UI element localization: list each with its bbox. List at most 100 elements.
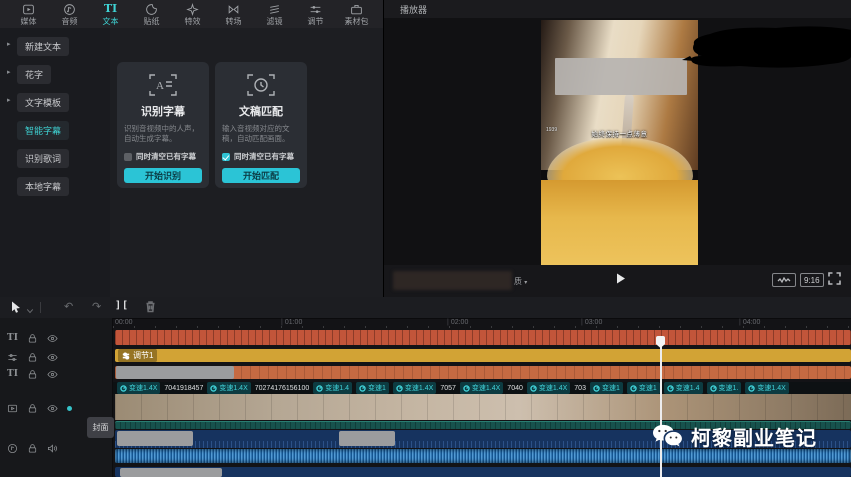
speed-badge[interactable]: 变速1.4X: [745, 382, 788, 394]
toolbar-tab-effects[interactable]: 特效: [172, 0, 213, 28]
toolbar-divider: [40, 302, 41, 313]
lock-icon[interactable]: [27, 369, 38, 380]
speed-badge[interactable]: 变速1: [590, 382, 623, 394]
script-match-card: 文稿匹配 输入音视频对应的文稿，自动匹配画面。 同时清空已有字幕 开始匹配: [215, 62, 307, 188]
adjust-icon: [122, 352, 130, 360]
toolbar-tab-sticker[interactable]: 贴纸: [131, 0, 172, 28]
start-recognize-button[interactable]: 开始识别: [124, 168, 202, 183]
aspect-ratio-badge[interactable]: 9:16: [800, 273, 824, 287]
split-icon[interactable]: ][: [115, 300, 129, 311]
audio-clip-segment[interactable]: [120, 468, 222, 477]
recognize-subtitle-card: A 识别字幕 识别音视频中的人声，自动生成字幕。 同时清空已有字幕 开始识别: [117, 62, 209, 188]
tab-label: 调节: [308, 17, 324, 26]
speed-badge[interactable]: 变速1: [356, 382, 389, 394]
video-track-filmstrip[interactable]: [115, 394, 851, 420]
speed-badge[interactable]: 变速1.4X: [460, 382, 503, 394]
quality-waveform-icon[interactable]: [772, 273, 796, 287]
checkbox-checked-icon[interactable]: [222, 153, 230, 161]
speed-badge[interactable]: 变速1: [627, 382, 660, 394]
clip-number-label: 7057: [440, 385, 456, 392]
delete-icon[interactable]: [144, 300, 157, 318]
sidebar-item: 智能字幕: [17, 121, 110, 140]
select-tool-icon[interactable]: [9, 300, 22, 318]
quality-dropdown-label: 质: [514, 277, 522, 286]
lock-icon[interactable]: [27, 352, 38, 363]
eye-icon[interactable]: [47, 403, 58, 414]
top-toolbar: 媒体音频TI文本贴纸特效 转场滤镜 调节 素材包: [0, 0, 383, 29]
tab-label: 特效: [185, 17, 201, 26]
clear-existing-subtitles-checkbox[interactable]: 同时清空已有字幕: [124, 151, 202, 162]
sidebar-item-button[interactable]: 识别歌词: [17, 149, 69, 168]
sidebar-item-button[interactable]: 新建文本: [17, 37, 69, 56]
speed-badge[interactable]: 变速1.4X: [117, 382, 160, 394]
track-header-row: TI: [0, 330, 58, 346]
track-header-row: [0, 440, 58, 456]
quality-dropdown[interactable]: 质 ▾: [514, 276, 527, 287]
sidebar: ▸新建文本▸花字▸文字模板智能字幕识别歌词本地字幕: [0, 28, 110, 297]
sidebar-item-button[interactable]: 花字: [17, 65, 51, 84]
toolbar-tab-adjust[interactable]: 调节: [295, 0, 336, 28]
adjust-clip-chip: 调节1: [118, 349, 157, 362]
adjust-track-clip[interactable]: 调节1: [115, 349, 851, 362]
redo-icon[interactable]: ↷: [92, 300, 101, 314]
toolbar-tab-package[interactable]: 素材包: [336, 0, 377, 28]
eye-icon[interactable]: [47, 369, 58, 380]
video-preview[interactable]: 1939 始终保持一点薄意: [541, 20, 698, 265]
audio-clip-segment[interactable]: [117, 431, 193, 446]
wechat-icon: [651, 423, 683, 451]
sidebar-item: ▸文字模板: [17, 93, 110, 112]
chevron-right-icon[interactable]: ▸: [7, 68, 11, 76]
speed-badge[interactable]: 变速1.: [707, 382, 742, 394]
audio-waveform-track[interactable]: [115, 449, 851, 463]
speed-badge[interactable]: 变速1.4: [313, 382, 352, 394]
blurred-caption-region: [555, 58, 687, 95]
tab-label: 滤镜: [267, 17, 283, 26]
eye-icon[interactable]: [47, 333, 58, 344]
mute-indicator-dot[interactable]: [67, 406, 72, 411]
toolbar-tab-media[interactable]: 媒体: [8, 0, 49, 28]
speed-badge[interactable]: 变速1.4X: [527, 382, 570, 394]
lock-icon[interactable]: [27, 333, 38, 344]
undo-icon[interactable]: ↶: [64, 300, 73, 314]
speed-badge[interactable]: 变速1.4: [664, 382, 703, 394]
text-track-icon[interactable]: TI: [7, 332, 18, 344]
audio-clip-segment[interactable]: [339, 431, 395, 446]
card-title: 识别字幕: [124, 103, 202, 119]
clear-existing-subtitles-checkbox[interactable]: 同时清空已有字幕: [222, 151, 300, 162]
toolbar-tab-audio[interactable]: 音频: [49, 0, 90, 28]
audio-track-icon[interactable]: [7, 443, 18, 454]
speed-icon: [316, 385, 323, 392]
lock-icon[interactable]: [27, 403, 38, 414]
playhead-handle[interactable]: [656, 336, 665, 348]
clip-number-label: 703: [574, 385, 586, 392]
text-track-icon[interactable]: TI: [7, 368, 18, 380]
lock-icon[interactable]: [27, 443, 38, 454]
adjust-track-icon[interactable]: [7, 352, 18, 363]
speed-badge[interactable]: 变速1.4X: [393, 382, 436, 394]
start-match-button[interactable]: 开始匹配: [222, 168, 300, 183]
checkbox-icon[interactable]: [124, 153, 132, 161]
speed-icon: [530, 385, 537, 392]
sidebar-item-button[interactable]: 文字模板: [17, 93, 69, 112]
cover-button[interactable]: 封面: [87, 417, 114, 438]
chevron-right-icon[interactable]: ▸: [7, 40, 11, 48]
sidebar-item-button[interactable]: 本地字幕: [17, 177, 69, 196]
chevron-right-icon[interactable]: ▸: [7, 96, 11, 104]
card-description: 识别音视频中的人声，自动生成字幕。: [124, 124, 202, 146]
script-match-icon: [222, 70, 300, 100]
card-description: 输入音视频对应的文稿，自动匹配画面。: [222, 124, 300, 146]
text-clip-segment[interactable]: [116, 366, 234, 379]
tab-label: 素材包: [345, 17, 369, 26]
fullscreen-icon[interactable]: [828, 272, 841, 290]
speed-badge[interactable]: 变速1.4X: [207, 382, 250, 394]
subtitle-track-clip[interactable]: [115, 330, 851, 345]
sidebar-item-button[interactable]: 智能字幕: [17, 121, 69, 140]
video-track-icon[interactable]: [7, 403, 18, 414]
eye-icon[interactable]: [47, 352, 58, 363]
toolbar-tab-text[interactable]: TI文本: [90, 0, 131, 28]
speaker-icon[interactable]: [47, 443, 58, 454]
audio-track-bottom[interactable]: [115, 467, 851, 477]
toolbar-tab-transition[interactable]: 转场: [213, 0, 254, 28]
play-button[interactable]: [614, 272, 627, 290]
toolbar-tab-filter[interactable]: 滤镜: [254, 0, 295, 28]
